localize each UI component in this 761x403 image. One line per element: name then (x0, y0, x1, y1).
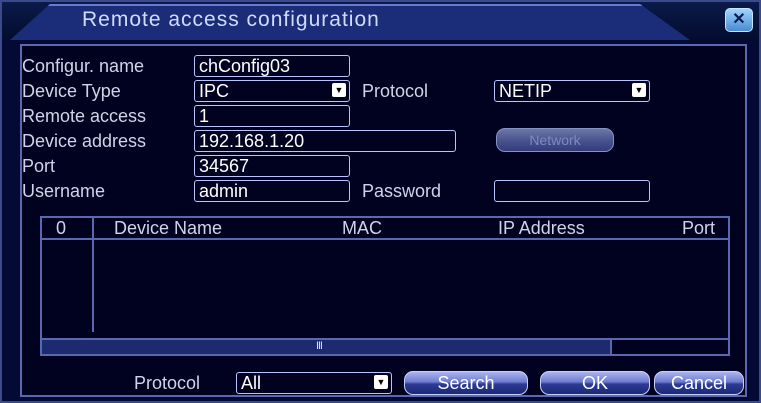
search-button[interactable]: Search (404, 371, 528, 395)
title-bar: Remote access configuration ✕ (2, 2, 759, 40)
port-label: Port (22, 156, 56, 176)
close-icon[interactable]: ✕ (725, 8, 753, 32)
chevron-down-icon: ▼ (632, 83, 646, 97)
device-address-field[interactable]: 192.168.1.20 (194, 130, 456, 152)
device-type-value: IPC (199, 81, 230, 101)
footer-protocol-select[interactable]: All ▼ (236, 372, 392, 394)
protocol-value: NETIP (499, 81, 553, 101)
horizontal-scrollbar[interactable]: Ⅲ (42, 338, 728, 354)
username-label: Username (22, 181, 106, 201)
scrollbar-thumb[interactable]: Ⅲ (42, 340, 612, 354)
column-ip-address: IP Address (498, 218, 585, 238)
column-divider (92, 218, 94, 332)
password-label: Password (362, 181, 442, 201)
protocol-select[interactable]: NETIP ▼ (494, 80, 650, 102)
config-name-field[interactable]: chConfig03 (194, 55, 350, 77)
device-type-select[interactable]: IPC ▼ (194, 80, 350, 102)
remote-access-field[interactable]: 1 (194, 105, 350, 127)
remote-access-label: Remote access (22, 106, 147, 126)
network-button[interactable]: Network (496, 128, 614, 152)
chevron-down-icon: ▼ (374, 375, 388, 389)
device-address-label: Device address (22, 131, 147, 151)
dialog-title: Remote access configuration (82, 8, 380, 31)
column-device-name: Device Name (114, 218, 223, 238)
table-header: 0 Device Name MAC IP Address Port (42, 218, 728, 240)
cancel-button[interactable]: Cancel (654, 371, 744, 395)
scroll-grip-icon: Ⅲ (316, 341, 323, 352)
footer-protocol-label: Protocol (134, 373, 201, 393)
device-type-label: Device Type (22, 81, 121, 101)
footer-protocol-value: All (241, 373, 262, 393)
column-port: Port (682, 218, 716, 238)
remote-access-dialog: Remote access configuration ✕ Configur. … (0, 0, 761, 403)
chevron-down-icon: ▼ (332, 83, 346, 97)
column-mac: MAC (342, 218, 382, 238)
username-field[interactable]: admin (194, 180, 350, 202)
port-field[interactable]: 34567 (194, 155, 350, 177)
config-panel: Configur. name chConfig03 Device Type IP… (20, 44, 747, 397)
column-index: 0 (56, 218, 67, 238)
config-name-label: Configur. name (22, 56, 145, 76)
protocol-label: Protocol (362, 81, 429, 101)
password-field[interactable] (494, 180, 650, 202)
ok-button[interactable]: OK (540, 371, 650, 395)
device-table[interactable]: 0 Device Name MAC IP Address Port Ⅲ (40, 216, 730, 356)
